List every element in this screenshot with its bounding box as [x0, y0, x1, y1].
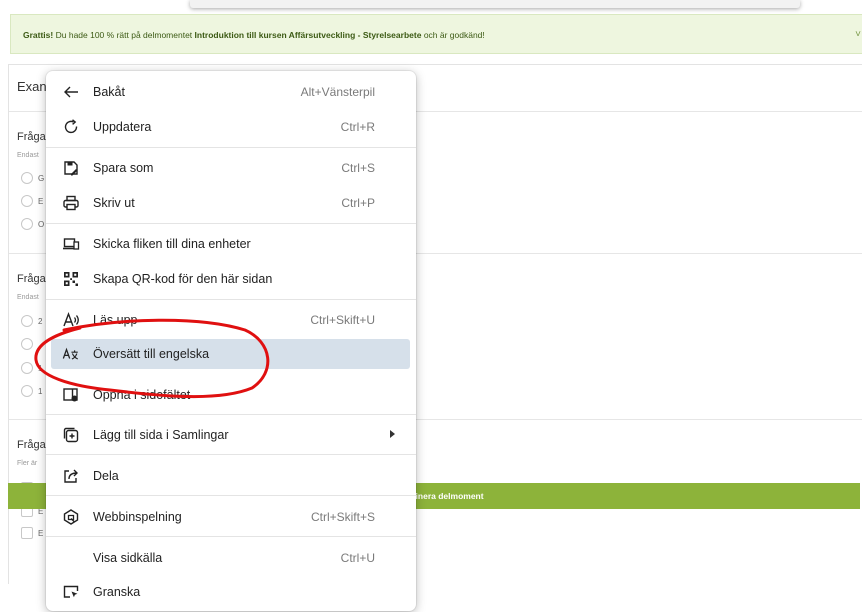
- menu-item-label: Webbinspelning: [93, 510, 182, 524]
- radio-option[interactable]: [21, 315, 33, 327]
- refresh-icon: [62, 118, 80, 136]
- menu-item-send-tab[interactable]: Skicka fliken till dina enheter: [51, 229, 410, 259]
- web-capture-icon: [62, 508, 80, 526]
- menu-separator: [46, 414, 416, 415]
- inspect-icon: [62, 583, 80, 601]
- option-text: 1: [38, 387, 43, 396]
- menu-item-add-to-collections[interactable]: Lägg till sida i Samlingar: [51, 420, 410, 450]
- menu-item-shortcut: Ctrl+Skift+U: [310, 313, 375, 327]
- menu-separator: [46, 147, 416, 148]
- radio-option[interactable]: [21, 172, 33, 184]
- radio-option[interactable]: [21, 195, 33, 207]
- menu-item-label: Bakåt: [93, 85, 125, 99]
- menu-item-shortcut: Ctrl+U: [340, 551, 375, 565]
- menu-item-shortcut: Ctrl+R: [340, 120, 375, 134]
- menu-item-label: Dela: [93, 469, 119, 483]
- menu-item-label: Lägg till sida i Samlingar: [93, 428, 229, 442]
- menu-item-inspect[interactable]: Granska: [51, 577, 410, 607]
- top-overlay-edge: [190, 0, 800, 8]
- menu-item-read-aloud[interactable]: Läs upp Ctrl+Skift+U: [51, 305, 410, 335]
- banner-text-2: och är godkänd!: [423, 30, 485, 40]
- menu-item-label: Läs upp: [93, 313, 138, 327]
- option-text: 2: [38, 317, 43, 326]
- menu-item-label: Skriv ut: [93, 196, 135, 210]
- menu-item-shortcut: Alt+Vänsterpil: [300, 85, 375, 99]
- menu-item-refresh[interactable]: Uppdatera Ctrl+R: [51, 112, 410, 142]
- menu-item-label: Skapa QR-kod för den här sidan: [93, 272, 273, 286]
- question-title: Fråga: [17, 131, 46, 143]
- menu-item-web-capture[interactable]: Webbinspelning Ctrl+Skift+S: [51, 502, 410, 532]
- question-subtitle: Fler är: [17, 460, 38, 467]
- option-text: E: [38, 197, 44, 206]
- collections-add-icon: [62, 426, 80, 444]
- menu-item-translate[interactable]: Översätt till engelska: [51, 339, 410, 369]
- question-title: Fråga: [17, 439, 46, 451]
- banner-section-name: Introduktion till kursen Affärsutvecklin…: [194, 30, 422, 40]
- menu-item-save-as[interactable]: Spara som Ctrl+S: [51, 153, 410, 183]
- menu-item-label: Granska: [93, 585, 141, 599]
- menu-item-view-source[interactable]: Visa sidkälla Ctrl+U: [51, 543, 410, 573]
- menu-item-open-sidebar[interactable]: Öppna i sidofältet: [51, 380, 410, 410]
- success-banner: Grattis! Du hade 100 % rätt på delmoment…: [10, 14, 862, 54]
- option-text: 1: [38, 364, 43, 373]
- menu-item-label: Visa sidkälla: [93, 551, 163, 565]
- arrow-left-icon: [62, 83, 80, 101]
- menu-separator: [46, 223, 416, 224]
- checkbox-option[interactable]: [21, 527, 33, 539]
- menu-separator: [46, 299, 416, 300]
- radio-option[interactable]: [21, 338, 33, 350]
- menu-separator: [46, 454, 416, 455]
- option-text: E: [38, 529, 44, 538]
- menu-item-label: Öppna i sidofältet: [93, 388, 191, 402]
- sidebar-open-icon: [62, 386, 80, 404]
- option-text: G: [38, 174, 45, 183]
- send-tab-icon: [62, 235, 80, 253]
- menu-separator: [46, 536, 416, 537]
- browser-page: Grattis! Du hade 100 % rätt på delmoment…: [0, 0, 862, 612]
- menu-item-label: Skicka fliken till dina enheter: [93, 237, 251, 251]
- menu-item-qr-code[interactable]: Skapa QR-kod för den här sidan: [51, 264, 410, 294]
- menu-item-shortcut: Ctrl+P: [341, 196, 375, 210]
- question-title: Fråga: [17, 273, 46, 285]
- question-subtitle: Endast: [17, 152, 39, 159]
- context-menu: Bakåt Alt+Vänsterpil Uppdatera Ctrl+R Sp…: [46, 71, 416, 611]
- banner-close-icon[interactable]: ˅: [855, 15, 861, 53]
- menu-item-print[interactable]: Skriv ut Ctrl+P: [51, 188, 410, 218]
- radio-option[interactable]: [21, 362, 33, 374]
- share-icon: [62, 467, 80, 485]
- printer-icon: [62, 194, 80, 212]
- menu-item-label: Uppdatera: [93, 120, 152, 134]
- menu-item-shortcut: Ctrl+Skift+S: [310, 510, 375, 524]
- menu-item-label: Översätt till engelska: [93, 347, 210, 361]
- menu-item-shortcut: Ctrl+S: [341, 161, 375, 175]
- finish-section-label: minera delmoment: [408, 491, 484, 501]
- menu-separator: [46, 495, 416, 496]
- translate-icon: [62, 345, 80, 363]
- submenu-arrow-icon: [390, 430, 395, 438]
- radio-option[interactable]: [21, 218, 33, 230]
- read-aloud-icon: [62, 311, 80, 329]
- save-as-icon: [62, 159, 80, 177]
- exam-title: Exan: [17, 79, 47, 94]
- menu-item-label: Spara som: [93, 161, 154, 175]
- menu-item-share[interactable]: Dela: [51, 461, 410, 491]
- banner-text-1: Du hade 100 % rätt på delmomentet: [55, 30, 193, 40]
- option-text: O: [38, 220, 45, 229]
- qr-code-icon: [62, 270, 80, 288]
- question-subtitle: Endast: [17, 294, 39, 301]
- radio-option[interactable]: [21, 385, 33, 397]
- menu-item-back[interactable]: Bakåt Alt+Vänsterpil: [51, 77, 410, 107]
- banner-prefix: Grattis!: [23, 30, 54, 40]
